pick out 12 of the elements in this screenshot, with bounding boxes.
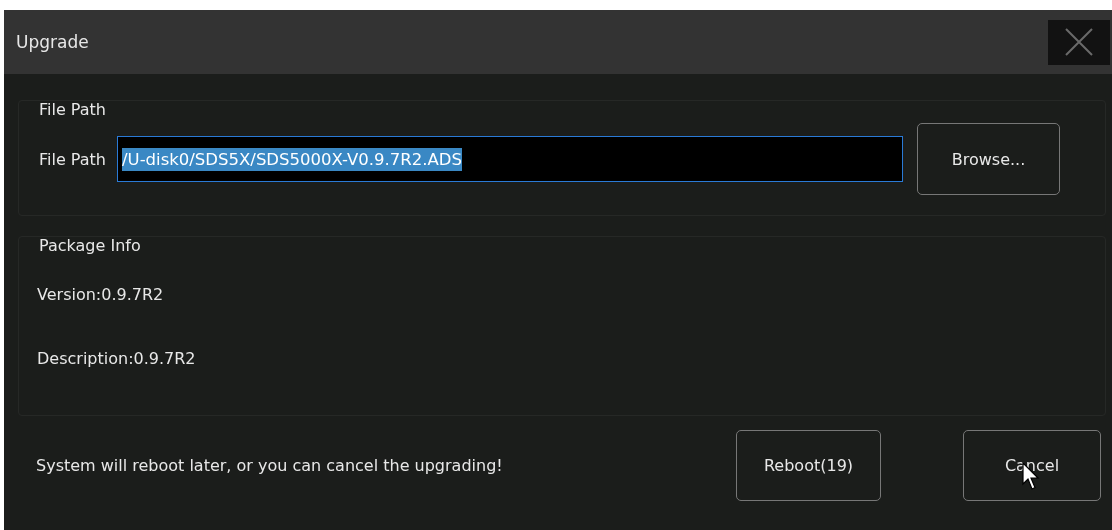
message-text: System will reboot later, or you can cancel the upgrading! [36, 456, 504, 475]
info-text: Version:0.9.7R2 [37, 285, 165, 304]
close-icon [1064, 27, 1094, 57]
group-title: File Path [39, 100, 106, 119]
info-text: Description:0.9.7R2 [37, 349, 197, 368]
file-path-field[interactable]: /U-disk0/SDS5X/SDS5000X-V0.9.7R2.ADS [117, 136, 903, 182]
close-button[interactable] [1048, 19, 1110, 65]
window-title: Upgrade [16, 32, 89, 52]
field-label: File Path [39, 149, 106, 169]
reboot-button[interactable]: Reboot(19) [736, 430, 881, 501]
group-title: Package Info [39, 236, 141, 255]
browse-button[interactable]: Browse... [917, 123, 1060, 195]
